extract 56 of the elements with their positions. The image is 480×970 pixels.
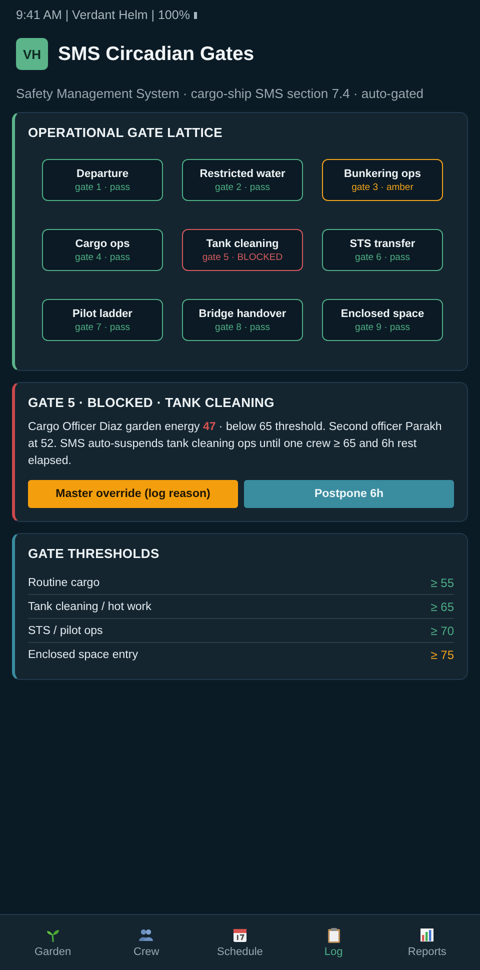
alert-message: Cargo Officer Diaz garden energy 47 · below 65 threshold. Second officer Parakh at 52. SMS auto-suspends tank cleaning ops until one crew ≥ 65 and 6h rest elapsed.	[28, 420, 443, 469]
threshold-label: Enclosed space entry	[28, 648, 138, 660]
gate-status: gate 7 · pass	[75, 322, 130, 332]
gate-tile[interactable]: Pilot ladder gate 7 · pass	[42, 299, 163, 341]
gate-tile[interactable]: STS transfer gate 6 · pass	[322, 229, 443, 271]
nav-tab[interactable]: Garden	[12, 927, 93, 958]
gate-tile[interactable]: Tank cleaning gate 5 · BLOCKED	[182, 229, 303, 271]
threshold-value: ≥ 75	[430, 648, 454, 662]
card-title: OPERATIONAL GATE LATTICE	[28, 125, 224, 140]
gate-status: gate 1 · pass	[75, 182, 130, 192]
gate-status: gate 4 · pass	[75, 252, 130, 262]
gate-status: gate 3 · amber	[352, 182, 414, 192]
override-button[interactable]: Master override (log reason)	[28, 480, 238, 508]
status-text: 9:41 AM | Verdant Helm | 100%	[16, 8, 190, 22]
calendar-icon	[232, 927, 248, 943]
people-icon	[138, 927, 154, 943]
battery-icon	[194, 12, 197, 18]
threshold-value: ≥ 55	[430, 576, 454, 590]
postpone-button[interactable]: Postpone 6h	[244, 480, 454, 508]
nav-tab[interactable]: Crew	[106, 927, 186, 958]
gate-tile[interactable]: Enclosed space gate 9 · pass	[322, 299, 443, 341]
gate-name: Enclosed space	[340, 308, 424, 320]
gate-name: Tank cleaning	[206, 238, 279, 250]
nav-tab[interactable]: Log	[294, 927, 374, 958]
gate-name: Bunkering ops	[344, 168, 421, 180]
threshold-label: Routine cargo	[28, 576, 100, 588]
app-title: SMS Circadian Gates	[58, 42, 254, 66]
gate-name: Bridge handover	[198, 308, 286, 320]
nav-tab[interactable]: Reports	[387, 927, 468, 958]
clipboard-icon	[326, 927, 342, 943]
threshold-label: Tank cleaning / hot work	[28, 600, 152, 612]
gate-status: gate 2 · pass	[215, 182, 270, 192]
gate-status: gate 8 · pass	[215, 322, 270, 332]
subtitle: Safety Management System · cargo-ship SMS section 7.4 · auto-gated	[16, 86, 425, 101]
gate-name: Restricted water	[200, 168, 286, 180]
gate-name: STS transfer	[350, 238, 416, 250]
threshold-label: STS / pilot ops	[28, 624, 103, 636]
gate-name: Pilot ladder	[72, 308, 132, 320]
gate-status: gate 9 · pass	[355, 322, 410, 332]
threshold-value: ≥ 70	[430, 624, 454, 638]
threshold-value: ≥ 65	[430, 600, 454, 614]
sprout-icon	[44, 927, 61, 943]
nav-tab[interactable]: Schedule	[200, 927, 280, 958]
app-logo: VH	[16, 38, 48, 70]
gate-status: gate 5 · BLOCKED	[202, 252, 283, 262]
gate-status: gate 6 · pass	[355, 252, 410, 262]
gate-tile[interactable]: Bridge handover gate 8 · pass	[182, 299, 303, 341]
card-title: GATE 5 · BLOCKED · TANK CLEANING	[28, 395, 276, 410]
card-title: GATE THRESHOLDS	[28, 546, 160, 561]
gate-tile[interactable]: Bunkering ops gate 3 · amber	[322, 159, 443, 201]
gate-name: Cargo ops	[75, 238, 130, 250]
gate-tile[interactable]: Departure gate 1 · pass	[42, 159, 163, 201]
gate-tile[interactable]: Cargo ops gate 4 · pass	[42, 229, 163, 271]
gate-name: Departure	[76, 168, 128, 180]
bar-chart-icon	[419, 927, 436, 943]
gate-tile[interactable]: Restricted water gate 2 · pass	[182, 159, 303, 201]
